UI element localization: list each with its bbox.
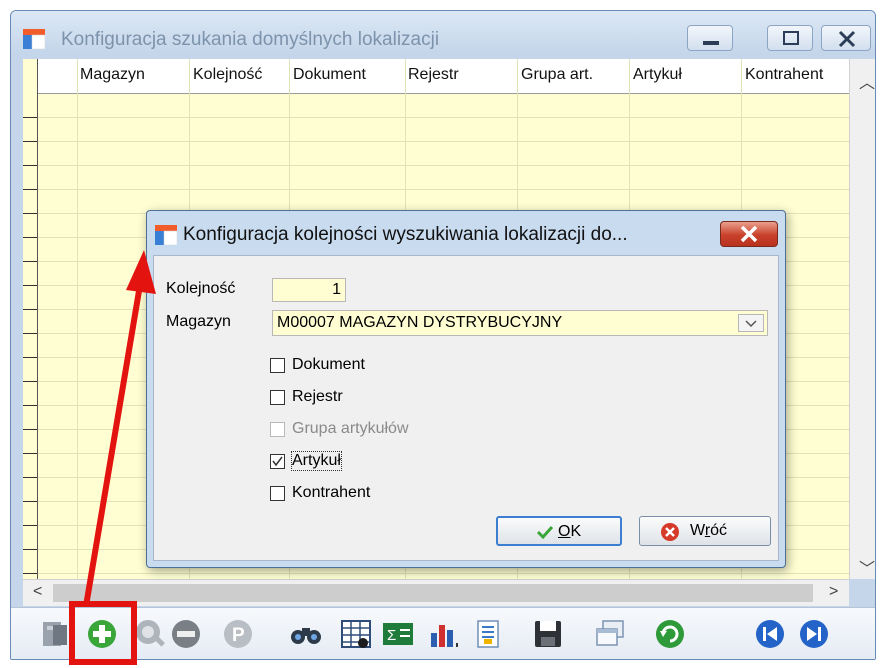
row-marker: [23, 453, 37, 454]
print-icon[interactable]: P: [221, 617, 255, 651]
vertical-scrollbar[interactable]: ︿ ﹀: [849, 59, 875, 579]
dialog-app-icon: [155, 225, 177, 245]
app-icon: [23, 29, 45, 49]
binoculars-icon[interactable]: [289, 617, 323, 651]
scroll-right-icon[interactable]: >: [829, 583, 838, 601]
magazyn-dropdown-button[interactable]: [738, 314, 764, 332]
row-marker: [23, 165, 37, 166]
row-marker: [23, 549, 37, 550]
save-icon[interactable]: [531, 617, 565, 651]
grid-row-line: [23, 573, 849, 574]
maximize-button[interactable]: [767, 25, 813, 51]
chart-icon[interactable]: [427, 617, 461, 651]
row-marker: [23, 237, 37, 238]
export-icon[interactable]: [471, 617, 505, 651]
dialog-body: Kolejność 1 Magazyn M00007 MAGAZYN DYSTR…: [153, 255, 779, 561]
checkbox-dokument-label[interactable]: Dokument: [292, 356, 365, 374]
windows-icon[interactable]: [593, 617, 627, 651]
scroll-left-icon[interactable]: <: [33, 583, 42, 601]
row-marker: [23, 141, 37, 142]
checkbox-grupa-artykulow-label: Grupa artykułów: [292, 420, 409, 437]
row-marker: [23, 189, 37, 190]
minimize-icon: [703, 41, 719, 45]
dialog-close-button[interactable]: [720, 221, 778, 247]
column-header-magazyn[interactable]: Magazyn: [80, 66, 145, 84]
row-marker: [23, 213, 37, 214]
column-header-grupa-art[interactable]: Grupa art.: [521, 66, 593, 84]
row-marker: [23, 405, 37, 406]
back-button-label: Wróć: [690, 522, 728, 539]
checkbox-artykul-label[interactable]: Artykuł: [291, 451, 342, 471]
checkbox-kontrahent[interactable]: [270, 486, 285, 501]
back-button[interactable]: Wróć: [639, 516, 771, 546]
row-marker: [23, 285, 37, 286]
close-icon: [838, 30, 856, 48]
scroll-up-icon[interactable]: ︿: [859, 69, 875, 93]
checkbox-grupa-artykulow: [270, 422, 285, 437]
horizontal-scroll-thumb[interactable]: [53, 584, 813, 602]
delete-icon[interactable]: [169, 617, 203, 651]
close-icon: [740, 225, 758, 243]
column-header-rejestr[interactable]: Rejestr: [408, 66, 459, 84]
refresh-icon[interactable]: [653, 617, 687, 651]
grid-view-icon[interactable]: [339, 617, 373, 651]
exit-icon[interactable]: [39, 617, 73, 651]
ok-button[interactable]: OK: [496, 516, 622, 546]
horizontal-scrollbar[interactable]: < >: [23, 579, 849, 606]
dialog-title: Konfiguracja kolejności wyszukiwania lok…: [183, 224, 628, 245]
row-marker: [23, 477, 37, 478]
ok-button-label: OK: [558, 523, 582, 540]
cancel-icon: [661, 523, 679, 541]
column-header-kontrahent[interactable]: Kontrahent: [745, 66, 823, 84]
row-marker: [23, 261, 37, 262]
add-icon[interactable]: [85, 617, 119, 651]
row-marker: [23, 357, 37, 358]
magazyn-select[interactable]: M00007 MAGAZYN DYSTRYBUCYJNY: [272, 310, 768, 336]
search-record-icon[interactable]: [133, 617, 167, 651]
row-marker: [23, 333, 37, 334]
minimize-button[interactable]: [687, 25, 733, 51]
grid-row-line: [23, 117, 849, 118]
main-titlebar: Konfiguracja szukania domyślnych lokaliz…: [11, 11, 875, 55]
row-marker: [23, 525, 37, 526]
magazyn-label: Magazyn: [166, 313, 231, 330]
last-record-icon[interactable]: [797, 617, 831, 651]
grid-header: Magazyn Kolejność Dokument Rejestr Grupa…: [23, 59, 849, 94]
magazyn-select-value: M00007 MAGAZYN DYSTRYBUCYJNY: [277, 314, 563, 331]
row-marker: [23, 381, 37, 382]
kolejnosc-input[interactable]: 1: [272, 278, 346, 302]
checkbox-rejestr[interactable]: [270, 390, 285, 405]
chevron-down-icon: [745, 320, 757, 328]
maximize-icon: [783, 31, 799, 45]
checkbox-artykul[interactable]: [270, 454, 285, 469]
row-marker: [23, 573, 37, 574]
toolbar: P Σ: [11, 607, 875, 659]
checkbox-rejestr-label[interactable]: Rejestr: [292, 388, 343, 406]
close-button[interactable]: [821, 25, 871, 51]
checkmark-icon: [272, 456, 283, 467]
row-gutter: [23, 59, 38, 579]
svg-text:Σ: Σ: [387, 627, 396, 644]
grid-row-line: [23, 141, 849, 142]
scroll-down-icon[interactable]: ﹀: [859, 555, 875, 579]
svg-text:P: P: [232, 625, 245, 646]
column-header-artykul[interactable]: Artykuł: [633, 66, 682, 84]
main-window-title: Konfiguracja szukania domyślnych lokaliz…: [61, 29, 440, 50]
checkbox-dokument[interactable]: [270, 358, 285, 373]
checkbox-kontrahent-label[interactable]: Kontrahent: [292, 484, 370, 502]
kolejnosc-label: Kolejność: [166, 280, 236, 297]
row-marker: [23, 429, 37, 430]
checkmark-icon: [536, 525, 554, 539]
row-marker: [23, 309, 37, 310]
column-header-dokument[interactable]: Dokument: [293, 66, 366, 84]
dialog: Konfiguracja kolejności wyszukiwania lok…: [146, 210, 786, 568]
row-marker: [23, 117, 37, 118]
row-marker: [23, 501, 37, 502]
grid-row-line: [23, 165, 849, 166]
column-header-kolejnosc[interactable]: Kolejność: [193, 66, 262, 84]
grid-row-line: [23, 189, 849, 190]
sum-icon[interactable]: Σ: [381, 617, 415, 651]
first-record-icon[interactable]: [753, 617, 787, 651]
